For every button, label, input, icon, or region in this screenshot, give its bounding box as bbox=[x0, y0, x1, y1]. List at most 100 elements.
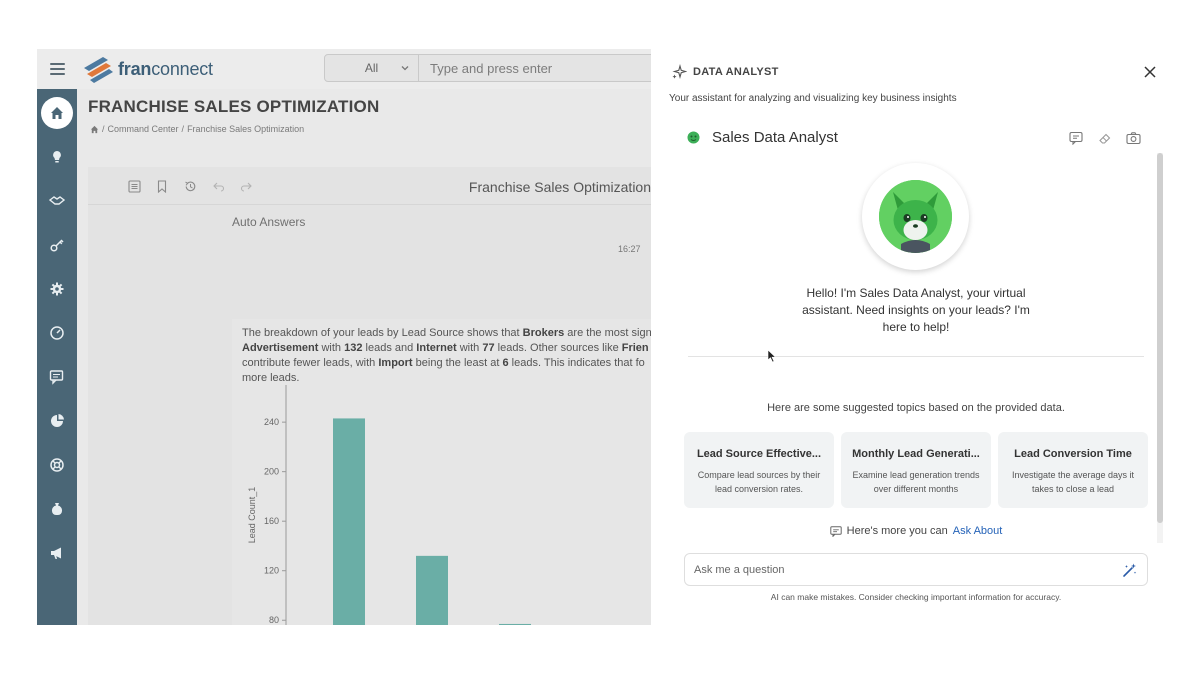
answer-fragment: The breakdown of your leads by Lead Sour… bbox=[242, 327, 523, 339]
lightbulb-icon bbox=[53, 151, 61, 163]
franconnect-logo[interactable]: franconnect bbox=[81, 54, 213, 84]
bar[interactable] bbox=[416, 555, 448, 625]
app-frame: franconnect All FRANCHISE SALES OPTIMIZA… bbox=[37, 49, 1165, 625]
answer-fragment: are the most signi bbox=[564, 327, 655, 339]
message-timestamp: 16:27 bbox=[618, 244, 641, 254]
y-tick-label: 160 bbox=[264, 516, 279, 526]
chat-history-icon[interactable] bbox=[1068, 130, 1083, 145]
answer-highlight: Advertisement bbox=[242, 342, 319, 354]
bar[interactable] bbox=[333, 418, 365, 625]
sidebar-item-key[interactable] bbox=[43, 231, 71, 259]
answer-fragment: leads and bbox=[362, 342, 417, 354]
topic-description: Compare lead sources by their lead conve… bbox=[697, 470, 821, 494]
topic-card-monthly-lead[interactable]: Monthly Lead Generati... Examine lead ge… bbox=[841, 432, 991, 508]
sidebar-item-support[interactable] bbox=[43, 451, 71, 479]
ask-question-input[interactable] bbox=[694, 561, 1104, 579]
top-bar: franconnect All bbox=[77, 49, 664, 89]
panel-scrollbar[interactable] bbox=[1157, 153, 1163, 543]
topics-intro: Here are some suggested topics based on … bbox=[767, 402, 1065, 414]
undo-icon[interactable] bbox=[210, 178, 226, 194]
ask-box bbox=[684, 553, 1148, 586]
assistant-title: DATA ANALYST bbox=[693, 66, 779, 78]
answer-fragment: more leads. bbox=[242, 372, 300, 384]
sidebar-item-dashboard[interactable] bbox=[43, 319, 71, 347]
disclaimer: AI can make mistakes. Consider checking … bbox=[770, 592, 1062, 602]
answer-line: more leads. bbox=[242, 371, 662, 386]
answer-highlight: Internet bbox=[416, 342, 457, 354]
list-icon[interactable] bbox=[126, 178, 142, 194]
topic-description: Investigate the average days it takes to… bbox=[1011, 470, 1135, 494]
y-tick-label: 80 bbox=[269, 615, 279, 625]
answer-highlight: Frien bbox=[621, 342, 649, 354]
breadcrumb: / Command Center / Franchise Sales Optim… bbox=[90, 124, 304, 134]
logo-text: franconnect bbox=[118, 58, 213, 79]
ask-about-link[interactable]: Ask About bbox=[953, 525, 1003, 537]
dashboard-icon bbox=[50, 326, 64, 340]
support-icon bbox=[50, 458, 64, 472]
home-icon[interactable] bbox=[90, 125, 99, 134]
camera-icon[interactable] bbox=[1126, 130, 1141, 145]
sidebar-item-gear[interactable] bbox=[43, 275, 71, 303]
topic-card-conversion-time[interactable]: Lead Conversion Time Investigate the ave… bbox=[998, 432, 1148, 508]
assistant-header: DATA ANALYST bbox=[671, 64, 779, 80]
answer-highlight: 77 bbox=[482, 342, 495, 354]
bar[interactable] bbox=[499, 623, 531, 625]
agent-header: Sales Data Analyst bbox=[687, 129, 838, 146]
breadcrumb-separator: / bbox=[102, 124, 105, 134]
magic-send-button[interactable] bbox=[1121, 562, 1138, 579]
y-tick-label: 120 bbox=[264, 566, 279, 576]
mouse-cursor-icon bbox=[767, 349, 777, 363]
sidebar bbox=[37, 49, 77, 625]
greeting-message: Hello! I'm Sales Data Analyst, your virt… bbox=[802, 286, 1030, 334]
answer-fragment: contribute fewer leads, with bbox=[242, 357, 379, 369]
sidebar-item-money-bag[interactable] bbox=[43, 495, 71, 523]
breadcrumb-item-current: Franchise Sales Optimization bbox=[187, 124, 305, 134]
menu-button[interactable] bbox=[37, 49, 77, 89]
topic-title: Monthly Lead Generati... bbox=[852, 448, 980, 460]
answer-line: contribute fewer leads, with Import bein… bbox=[242, 356, 662, 371]
sidebar-item-chat[interactable] bbox=[43, 363, 71, 391]
search-scope-value: All bbox=[364, 61, 379, 75]
page-title: FRANCHISE SALES OPTIMIZATION bbox=[88, 97, 380, 116]
agent-status-icon bbox=[687, 131, 700, 144]
answer-highlight: Brokers bbox=[522, 327, 565, 339]
global-search: All bbox=[324, 54, 664, 82]
sparkle-icon bbox=[672, 64, 687, 80]
megaphone-icon bbox=[51, 547, 61, 559]
close-button[interactable] bbox=[1141, 63, 1159, 81]
logo-mark-icon bbox=[84, 57, 113, 83]
search-input[interactable] bbox=[419, 55, 663, 81]
sidebar-item-home[interactable] bbox=[41, 97, 73, 129]
divider bbox=[688, 356, 1144, 357]
answer-text: The breakdown of your leads by Lead Sour… bbox=[242, 326, 662, 386]
y-tick-label: 200 bbox=[264, 467, 279, 477]
eraser-icon[interactable] bbox=[1097, 130, 1112, 145]
y-tick-label: 240 bbox=[264, 417, 279, 427]
redo-icon[interactable] bbox=[238, 178, 254, 194]
sidebar-item-megaphone[interactable] bbox=[43, 539, 71, 567]
sidebar-item-handshake[interactable] bbox=[43, 187, 71, 215]
lead-source-bar-chart: 80 120 160 200 240 Lead Count_1 bbox=[247, 385, 531, 625]
answer-fragment: with bbox=[318, 342, 345, 354]
assistant-subtitle: Your assistant for analyzing and visuali… bbox=[669, 93, 957, 104]
answer-highlight: 132 bbox=[344, 342, 363, 354]
card-toolbar: Franchise Sales Optimization bbox=[88, 167, 651, 205]
scroll-thumb[interactable] bbox=[1157, 153, 1163, 523]
search-scope-select[interactable]: All bbox=[325, 55, 419, 81]
report-card: Franchise Sales Optimization Auto Answer… bbox=[88, 167, 662, 625]
topic-title: Lead Source Effective... bbox=[696, 448, 822, 460]
answer-line: Advertisement with 132 leads and Interne… bbox=[242, 341, 662, 356]
section-title: Auto Answers bbox=[232, 215, 306, 229]
breadcrumb-item-command-center[interactable]: Command Center bbox=[108, 124, 179, 134]
key-icon bbox=[50, 239, 64, 252]
money-bag-icon bbox=[51, 503, 63, 515]
agent-avatar bbox=[862, 163, 969, 270]
history-icon[interactable] bbox=[182, 178, 198, 194]
sidebar-item-lightbulb[interactable] bbox=[43, 143, 71, 171]
topic-card-lead-source[interactable]: Lead Source Effective... Compare lead so… bbox=[684, 432, 834, 508]
breadcrumb-separator: / bbox=[181, 124, 185, 134]
bookmark-icon[interactable] bbox=[154, 178, 170, 194]
hamburger-icon bbox=[49, 63, 65, 75]
magic-wand-icon bbox=[1123, 563, 1137, 577]
sidebar-item-pie[interactable] bbox=[43, 407, 71, 435]
